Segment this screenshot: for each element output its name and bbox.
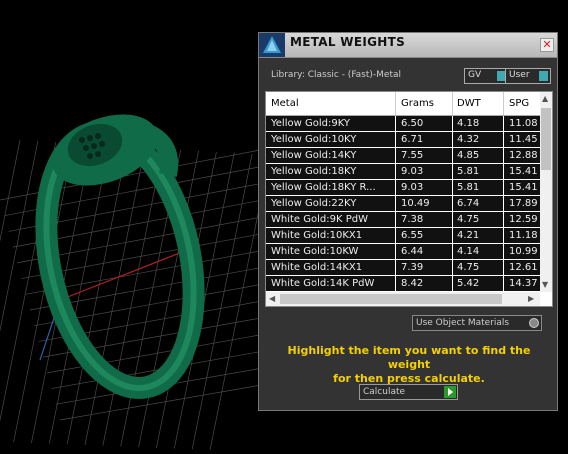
vertical-scroll-thumb[interactable] bbox=[541, 108, 551, 170]
scroll-left-icon[interactable]: ◀ bbox=[269, 294, 275, 303]
table-row[interactable]: Yellow Gold:14KY 7.55 4.85 12.88 bbox=[266, 148, 540, 163]
table-row[interactable]: Yellow Gold:10KY 6.71 4.32 11.45 bbox=[266, 132, 540, 147]
spg-cell: 15.41 bbox=[509, 166, 538, 177]
app-logo-icon bbox=[259, 33, 285, 57]
metal-name-cell: White Gold:10KW bbox=[271, 246, 359, 257]
table-header: Metal Grams DWT SPG bbox=[266, 92, 540, 116]
close-button[interactable]: ✕ bbox=[540, 38, 554, 52]
scroll-down-icon[interactable]: ▼ bbox=[542, 280, 548, 289]
grams-cell: 8.42 bbox=[401, 278, 424, 289]
dwt-cell: 5.81 bbox=[457, 166, 480, 177]
column-divider bbox=[503, 92, 504, 115]
spg-cell: 12.88 bbox=[509, 150, 538, 161]
metal-name-cell: White Gold:10KX1 bbox=[271, 230, 363, 241]
dwt-cell: 4.18 bbox=[457, 118, 480, 129]
grams-cell: 9.03 bbox=[401, 182, 424, 193]
grams-cell: 6.71 bbox=[401, 134, 424, 145]
table-row[interactable]: White Gold:14KX1 7.39 4.75 12.61 bbox=[266, 260, 540, 275]
metal-name-cell: White Gold:14KX1 bbox=[271, 262, 363, 273]
column-divider bbox=[395, 92, 396, 115]
table-row[interactable]: Yellow Gold:18KY 9.03 5.81 15.41 bbox=[266, 164, 540, 179]
panel-titlebar[interactable]: METAL WEIGHTS ✕ bbox=[259, 33, 557, 58]
gv-label: GV bbox=[468, 70, 482, 80]
library-label: Library: Classic - (Fast)-Metal bbox=[271, 70, 402, 80]
spg-cell: 17.89 bbox=[509, 198, 538, 209]
metal-name-cell: White Gold:9K PdW bbox=[271, 214, 368, 225]
grams-cell: 7.39 bbox=[401, 262, 424, 273]
table-row[interactable]: White Gold:9K PdW 7.38 4.75 12.59 bbox=[266, 212, 540, 227]
column-divider bbox=[395, 116, 396, 292]
metal-name-cell: Yellow Gold:14KY bbox=[271, 150, 357, 161]
metal-name-cell: Yellow Gold:22KY bbox=[271, 198, 357, 209]
grams-cell: 7.38 bbox=[401, 214, 424, 225]
column-divider bbox=[452, 116, 453, 292]
metal-weights-panel: METAL WEIGHTS ✕ Library: Classic - (Fast… bbox=[258, 32, 558, 411]
horizontal-scroll-thumb[interactable] bbox=[280, 294, 502, 304]
column-header-spg[interactable]: SPG bbox=[509, 98, 529, 109]
spg-cell: 12.61 bbox=[509, 262, 538, 273]
vertical-scrollbar[interactable]: ▲ ▼ bbox=[540, 92, 552, 292]
dwt-cell: 6.74 bbox=[457, 198, 480, 209]
dwt-cell: 4.75 bbox=[457, 262, 480, 273]
table-row[interactable]: White Gold:10KW 6.44 4.14 10.99 bbox=[266, 244, 540, 259]
spg-cell: 14.37 bbox=[509, 278, 538, 289]
table-row[interactable]: Yellow Gold:22KY 10.49 6.74 17.89 bbox=[266, 196, 540, 211]
instruction-line-1: Highlight the item you want to find the … bbox=[287, 344, 531, 371]
table-row[interactable]: Yellow Gold:9KY 6.50 4.18 11.08 bbox=[266, 116, 540, 131]
metal-name-cell: Yellow Gold:10KY bbox=[271, 134, 357, 145]
column-divider bbox=[452, 92, 453, 115]
column-header-grams[interactable]: Grams bbox=[401, 98, 434, 109]
grams-cell: 7.55 bbox=[401, 150, 424, 161]
calculate-button[interactable]: Calculate bbox=[359, 384, 458, 400]
user-toggle[interactable]: User bbox=[505, 68, 551, 84]
instruction-text: Highlight the item you want to find the … bbox=[271, 344, 547, 386]
metal-name-cell: Yellow Gold:9KY bbox=[271, 118, 350, 129]
spg-cell: 11.45 bbox=[509, 134, 538, 145]
grams-cell: 6.55 bbox=[401, 230, 424, 241]
dropdown-knob-icon bbox=[529, 318, 539, 328]
metal-name-cell: White Gold:14K PdW bbox=[271, 278, 375, 289]
table-row[interactable]: White Gold:10KX1 6.55 4.21 11.18 bbox=[266, 228, 540, 243]
play-icon bbox=[444, 386, 456, 398]
dwt-cell: 4.32 bbox=[457, 134, 480, 145]
column-divider bbox=[503, 116, 504, 292]
dwt-cell: 4.14 bbox=[457, 246, 480, 257]
dwt-cell: 4.21 bbox=[457, 230, 480, 241]
material-dropdown[interactable]: Use Object Materials bbox=[412, 315, 542, 331]
dwt-cell: 5.42 bbox=[457, 278, 480, 289]
metal-name-cell: Yellow Gold:18KY R... bbox=[271, 182, 376, 193]
dwt-cell: 4.85 bbox=[457, 150, 480, 161]
scroll-right-icon[interactable]: ▶ bbox=[528, 294, 534, 303]
ring-model bbox=[35, 114, 205, 399]
column-header-dwt[interactable]: DWT bbox=[457, 98, 481, 109]
horizontal-scrollbar[interactable]: ◀ ▶ bbox=[266, 292, 540, 306]
calculate-label: Calculate bbox=[363, 387, 406, 397]
material-dropdown-label: Use Object Materials bbox=[416, 318, 510, 328]
user-label: User bbox=[509, 70, 530, 80]
grams-cell: 6.44 bbox=[401, 246, 424, 257]
metal-name-cell: Yellow Gold:18KY bbox=[271, 166, 357, 177]
grams-cell: 6.50 bbox=[401, 118, 424, 129]
grams-cell: 9.03 bbox=[401, 166, 424, 177]
spg-cell: 11.18 bbox=[509, 230, 538, 241]
spg-cell: 10.99 bbox=[509, 246, 538, 257]
dwt-cell: 5.81 bbox=[457, 182, 480, 193]
spg-cell: 15.41 bbox=[509, 182, 538, 193]
column-header-metal[interactable]: Metal bbox=[271, 98, 299, 109]
panel-title: METAL WEIGHTS bbox=[290, 35, 406, 49]
table-row[interactable]: Yellow Gold:18KY R... 9.03 5.81 15.41 bbox=[266, 180, 540, 195]
dwt-cell: 4.75 bbox=[457, 214, 480, 225]
gv-toggle[interactable]: GV bbox=[464, 68, 509, 84]
metal-table[interactable]: Metal Grams DWT SPG Yellow Gold:9KY 6.50 4… bbox=[265, 91, 553, 307]
grams-cell: 10.49 bbox=[401, 198, 430, 209]
table-row[interactable]: White Gold:14K PdW 8.42 5.42 14.37 bbox=[266, 276, 540, 291]
spg-cell: 11.08 bbox=[509, 118, 538, 129]
scroll-up-icon[interactable]: ▲ bbox=[542, 94, 548, 103]
user-toggle-icon bbox=[539, 71, 548, 81]
spg-cell: 12.59 bbox=[509, 214, 538, 225]
